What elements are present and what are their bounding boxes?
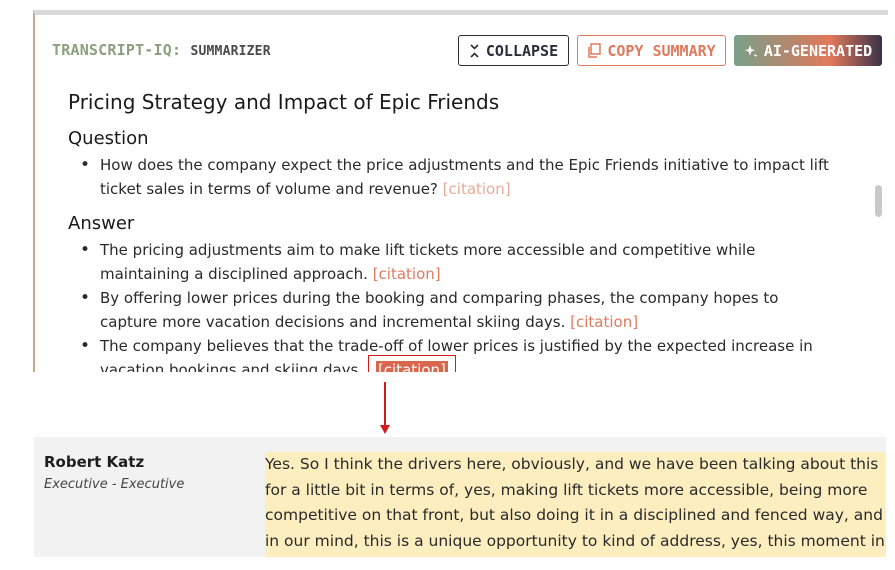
copy-summary-label: COPY SUMMARY xyxy=(607,41,716,60)
collapse-icon xyxy=(470,43,479,58)
highlighted-quote: Yes. So I think the drivers here, obviou… xyxy=(265,452,886,557)
question-heading: Question xyxy=(68,128,149,149)
brand-sub: SUMMARIZER xyxy=(190,44,271,59)
copy-summary-button[interactable]: COPY SUMMARY xyxy=(577,35,726,66)
list-item: By offering lower prices during the book… xyxy=(68,286,838,334)
list-item: How does the company expect the price ad… xyxy=(68,153,838,201)
annotation-arrow-line xyxy=(384,382,386,427)
brand-main: TRANSCRIPT-IQ: xyxy=(52,41,182,59)
citation-highlight-box: [citation] xyxy=(367,355,456,372)
sparkle-icon xyxy=(744,44,758,57)
panel-header: TRANSCRIPT-IQ: SUMMARIZER COLLAPSE COPY … xyxy=(35,15,888,81)
speaker-name: Robert Katz xyxy=(44,453,145,471)
collapse-label: COLLAPSE xyxy=(485,41,559,60)
answer-list: The pricing adjustments aim to make lift… xyxy=(68,238,838,372)
summary-panel: TRANSCRIPT-IQ: SUMMARIZER COLLAPSE COPY … xyxy=(33,10,888,372)
scrollbar-thumb[interactable] xyxy=(875,185,882,217)
brand-title: TRANSCRIPT-IQ: SUMMARIZER xyxy=(52,41,271,59)
citation-link[interactable]: [citation] xyxy=(373,265,441,283)
answer-text: The company believes that the trade-off … xyxy=(100,337,813,372)
ai-generated-label: AI-GENERATED xyxy=(763,41,873,60)
list-item: The company believes that the trade-off … xyxy=(68,334,838,372)
citation-link[interactable]: [citation] xyxy=(443,180,511,198)
citation-link[interactable]: [citation] xyxy=(570,313,638,331)
collapse-button[interactable]: COLLAPSE xyxy=(458,35,569,66)
citation-link-active[interactable]: [citation] xyxy=(375,361,448,372)
ai-generated-badge: AI-GENERATED xyxy=(734,35,882,66)
question-list: How does the company expect the price ad… xyxy=(68,153,838,201)
summary-title: Pricing Strategy and Impact of Epic Frie… xyxy=(68,90,500,114)
answer-text: By offering lower prices during the book… xyxy=(100,289,779,331)
transcript-excerpt: Robert Katz Executive - Executive Yes. S… xyxy=(34,437,886,557)
copy-icon xyxy=(588,43,602,58)
answer-heading: Answer xyxy=(68,213,135,234)
list-item: The pricing adjustments aim to make lift… xyxy=(68,238,838,286)
speaker-role: Executive - Executive xyxy=(44,477,185,492)
annotation-arrow-head xyxy=(380,425,390,434)
